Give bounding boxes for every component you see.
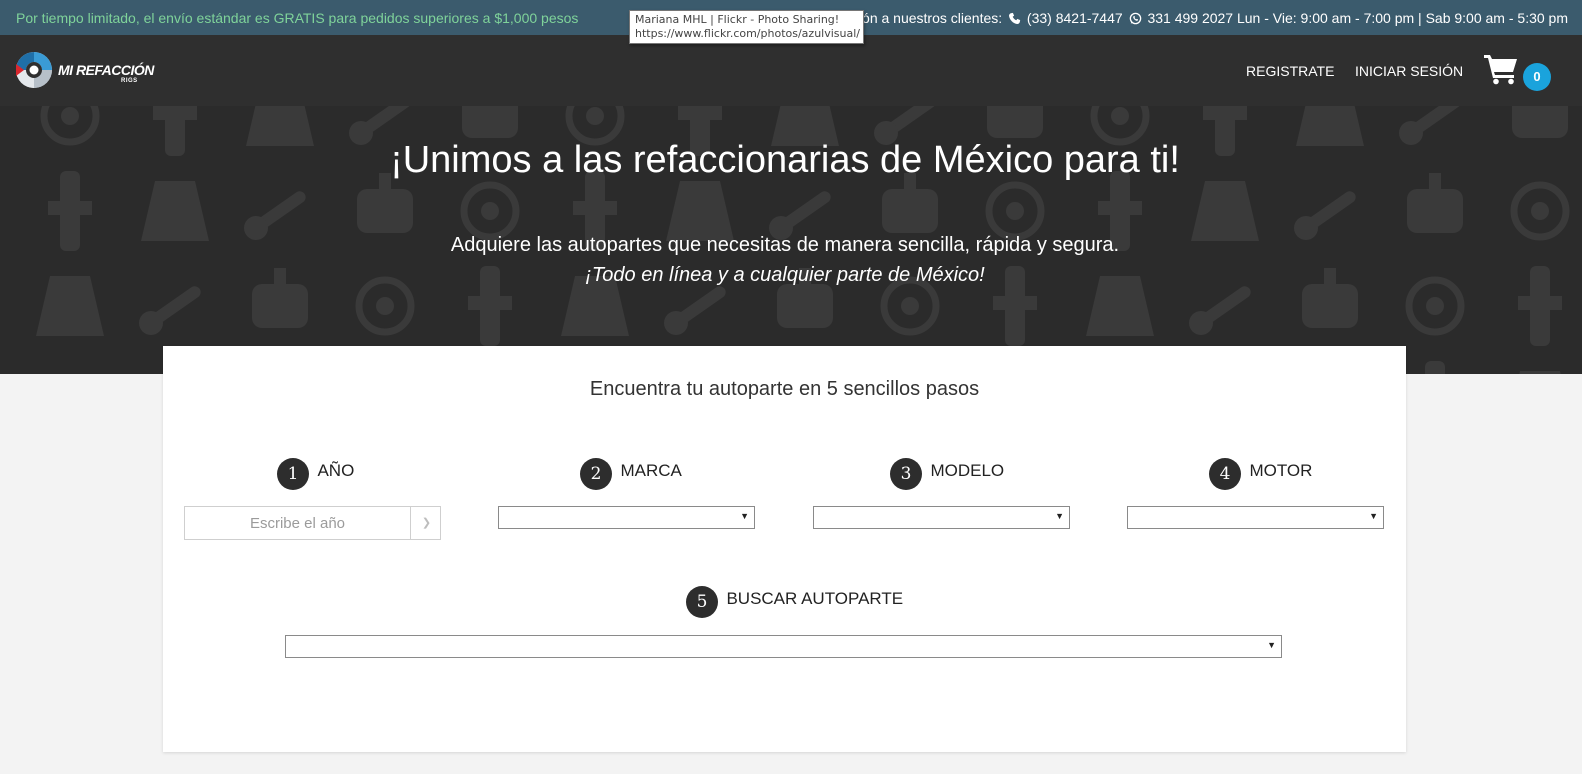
main-navbar: MI REFACCIÓN RIGS REGISTRATE INICIAR SES… [0,35,1582,106]
part-finder-card: Encuentra tu autoparte en 5 sencillos pa… [163,346,1406,752]
step-label: AÑO [317,461,355,480]
login-link[interactable]: INICIAR SESIÓN [1355,63,1463,79]
phone-number: (33) 8421-7447 [1026,10,1123,26]
hero-banner: ¡Unimos a las refaccionarias de México p… [0,106,1582,374]
year-combobox[interactable]: ❯ [184,506,441,540]
autopart-select[interactable]: ▼ [285,635,1282,658]
brand-select[interactable]: ▼ [498,506,755,529]
contact-prefix: ción a nuestros clientes: [851,10,1003,26]
step-label: MODELO [930,461,1005,480]
chevron-down-icon[interactable]: ❯ [412,507,441,539]
register-link[interactable]: REGISTRATE [1246,63,1334,79]
step-label: MARCA [620,461,682,480]
dropdown-arrow-icon: ▼ [1055,511,1064,521]
cart-count-badge[interactable]: 0 [1523,63,1551,91]
business-hours: Lun - Vie: 9:00 am - 7:00 pm | Sab 9:00 … [1236,10,1568,26]
engine-select[interactable]: ▼ [1127,506,1384,529]
year-input[interactable] [185,507,411,539]
dropdown-arrow-icon: ▼ [740,511,749,521]
step-year-header: 1 AÑO [277,458,354,490]
step-number: 5 [686,586,718,618]
step-label: MOTOR [1249,461,1313,480]
dropdown-arrow-icon: ▼ [1267,640,1276,650]
whatsapp-icon [1129,12,1141,25]
step-number: 3 [890,458,922,490]
brand-name[interactable]: MI REFACCIÓN [58,62,154,78]
whatsapp-number: 331 499 2027 [1147,10,1234,26]
step-brand-header: 2 MARCA [580,458,682,490]
hero-subtitle-italic: ¡Todo en línea y a cualquier parte de Mé… [585,264,985,286]
link-tooltip: Mariana MHL | Flickr - Photo Sharing! ht… [629,10,864,44]
step-model-header: 3 MODELO [890,458,1004,490]
hero-title: ¡Unimos a las refaccionarias de México p… [390,139,1180,181]
contact-info: ción a nuestros clientes: (33) 8421-7447… [852,10,1568,26]
step-label: BUSCAR AUTOPARTE [726,589,904,608]
model-select[interactable]: ▼ [813,506,1070,529]
cart-icon[interactable] [1483,53,1519,85]
step-engine-header: 4 MOTOR [1209,458,1312,490]
phone-icon [1009,12,1021,24]
finder-title: Encuentra tu autoparte en 5 sencillos pa… [589,378,980,400]
step-number: 4 [1209,458,1241,490]
step-number: 1 [277,458,309,490]
hero-subtitle: Adquiere las autopartes que necesitas de… [450,234,1120,256]
tooltip-title: Mariana MHL | Flickr - Photo Sharing! [635,13,840,26]
dropdown-arrow-icon: ▼ [1369,511,1378,521]
brand-subname: RIGS [121,78,138,84]
promo-text: Por tiempo limitado, el envío estándar e… [16,10,579,26]
step-number: 2 [580,458,612,490]
tooltip-url: https://www.flickr.com/photos/azulvisual… [635,27,860,40]
step-search-header: 5 BUSCAR AUTOPARTE [686,586,903,618]
